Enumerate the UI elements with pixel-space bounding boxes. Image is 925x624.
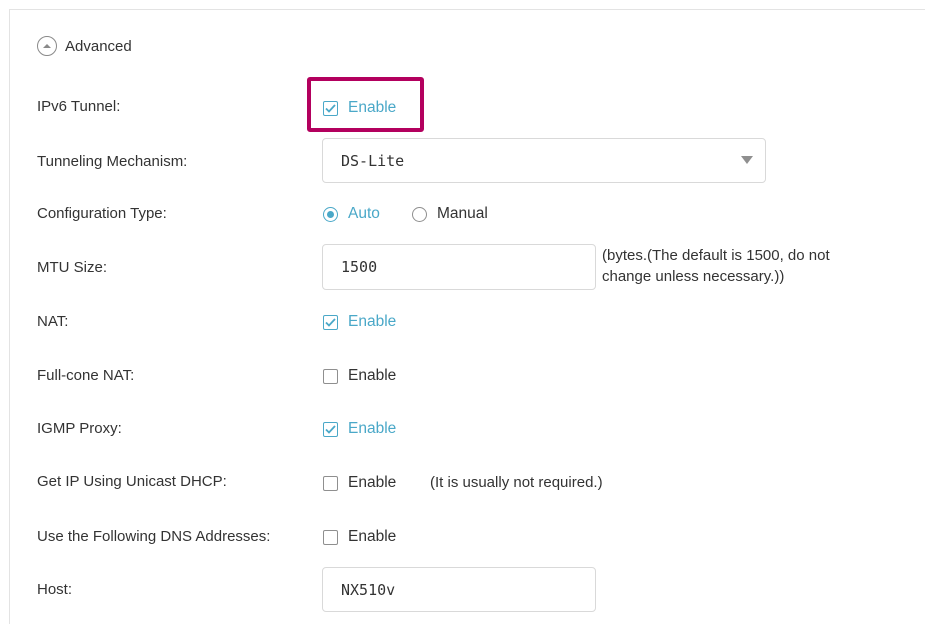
dropdown-arrow-icon xyxy=(741,156,753,164)
tunneling-mechanism-label: Tunneling Mechanism: xyxy=(37,153,188,170)
mtu-size-input[interactable]: 1500 xyxy=(322,244,596,290)
config-type-auto-label: Auto xyxy=(348,205,380,222)
igmp-proxy-label: IGMP Proxy: xyxy=(37,420,122,437)
advanced-toggle[interactable]: Advanced xyxy=(37,36,132,56)
nat-label: NAT: xyxy=(37,313,69,330)
checkbox-checked-icon xyxy=(323,314,338,330)
radio-unselected-icon xyxy=(412,206,427,222)
checkbox-unchecked-icon xyxy=(323,368,338,384)
mtu-note-line-2: change unless necessary.)) xyxy=(602,268,785,285)
chevron-up-circle-icon xyxy=(37,36,57,56)
highlight-box xyxy=(307,77,424,132)
nat-checkbox[interactable]: Enable xyxy=(323,313,396,331)
unicast-dhcp-checkbox[interactable]: Enable xyxy=(323,474,396,492)
mtu-note-line-1: (bytes.(The default is 1500, do not xyxy=(602,247,830,264)
configuration-type-label: Configuration Type: xyxy=(37,205,167,222)
igmp-proxy-enable-label: Enable xyxy=(348,420,397,437)
radio-selected-icon xyxy=(323,206,338,222)
host-value: NX510v xyxy=(341,580,396,599)
config-type-auto-radio[interactable]: Auto xyxy=(323,205,380,223)
ipv6-tunnel-label: IPv6 Tunnel: xyxy=(37,98,121,115)
tunneling-mechanism-select[interactable]: DS-Lite xyxy=(322,138,766,183)
checkbox-unchecked-icon xyxy=(323,529,338,545)
unicast-dhcp-label: Get IP Using Unicast DHCP: xyxy=(37,473,227,490)
host-label: Host: xyxy=(37,581,73,598)
full-cone-nat-checkbox[interactable]: Enable xyxy=(323,367,396,385)
advanced-label: Advanced xyxy=(65,37,132,55)
config-type-manual-label: Manual xyxy=(437,205,488,222)
unicast-dhcp-note: (It is usually not required.) xyxy=(430,474,603,491)
nat-enable-label: Enable xyxy=(348,313,397,330)
checkbox-unchecked-icon xyxy=(323,475,338,491)
dns-addresses-checkbox[interactable]: Enable xyxy=(323,528,396,546)
mtu-size-label: MTU Size: xyxy=(37,259,108,276)
dns-addresses-enable-label: Enable xyxy=(348,528,397,545)
mtu-size-note: (bytes.(The default is 1500, do not chan… xyxy=(602,245,830,287)
tunneling-mechanism-value: DS-Lite xyxy=(341,151,405,170)
config-type-manual-radio[interactable]: Manual xyxy=(412,205,488,223)
full-cone-nat-label: Full-cone NAT: xyxy=(37,367,135,384)
full-cone-nat-enable-label: Enable xyxy=(348,367,397,384)
checkbox-checked-icon xyxy=(323,421,338,437)
igmp-proxy-checkbox[interactable]: Enable xyxy=(323,420,396,438)
unicast-dhcp-enable-label: Enable xyxy=(348,474,397,491)
mtu-size-value: 1500 xyxy=(341,258,378,276)
host-input[interactable]: NX510v xyxy=(322,567,596,612)
dns-addresses-label: Use the Following DNS Addresses: xyxy=(37,528,271,545)
